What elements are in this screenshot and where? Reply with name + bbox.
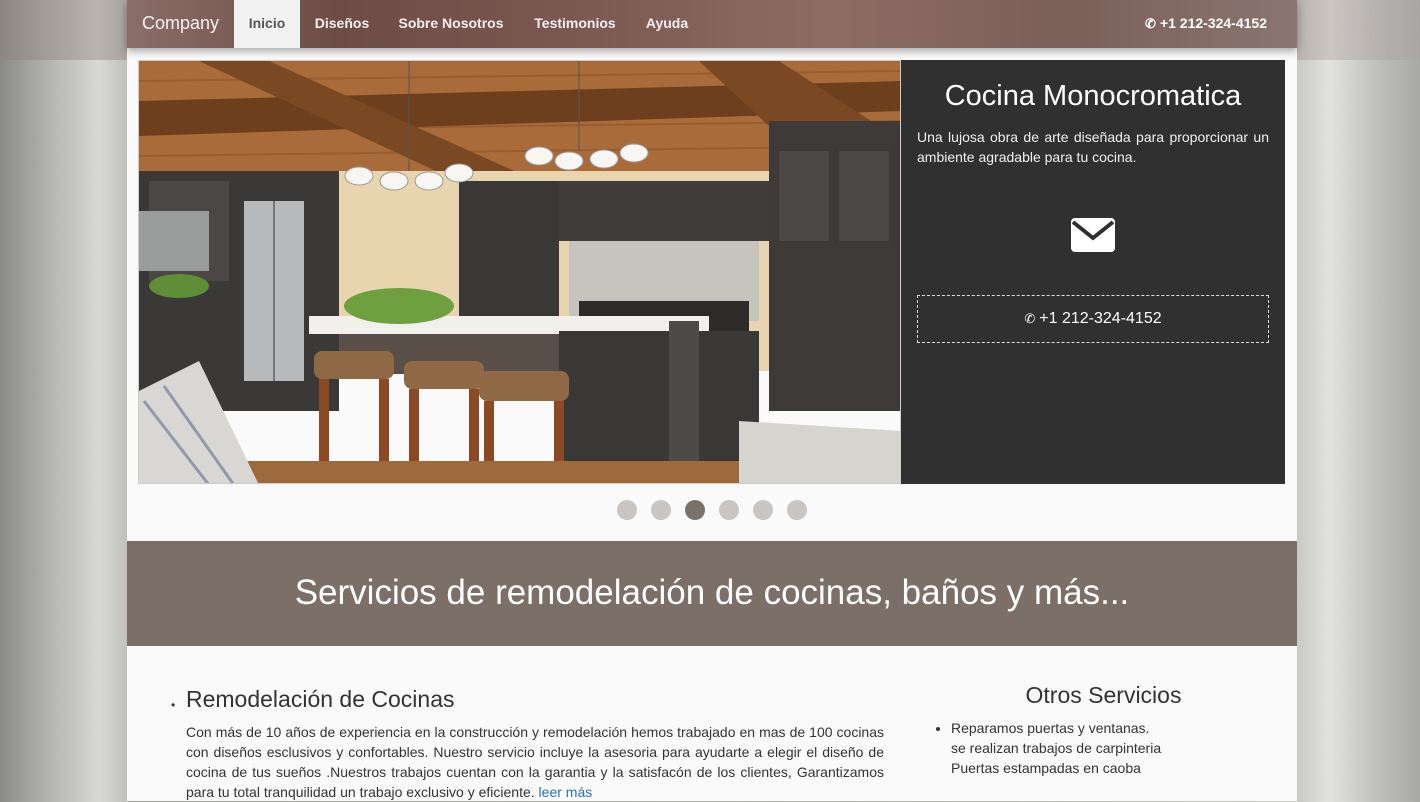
other-services-line-1: Reparamos puertas y ventanas. [951, 720, 1150, 736]
list-bullet: • [171, 698, 176, 712]
service-text: Con más de 10 años de experiencia en la … [186, 724, 884, 800]
carousel-dot-5[interactable] [753, 500, 773, 520]
carousel-dot-1[interactable] [617, 500, 637, 520]
nav-phone-number: +1 212-324-4152 [1159, 15, 1267, 31]
other-services-title: Otros Servicios [1025, 682, 1182, 708]
carousel-indicators [127, 500, 1297, 520]
nav-item-sobre-nosotros[interactable]: Sobre Nosotros [385, 0, 517, 48]
services-banner: Servicios de remodelación de cocinas, ba… [127, 541, 1297, 646]
nav-phone-link[interactable]: ✆ +1 212-324-4152 [1145, 0, 1267, 48]
read-more-link[interactable]: leer más [539, 784, 593, 800]
other-services-line-3: Puertas estampadas en caoba [951, 760, 1141, 776]
other-services-line-2: se realizan trabajos de carpinteria [951, 740, 1162, 756]
carousel-dot-4[interactable] [719, 500, 739, 520]
phone-icon: ✆ [1145, 16, 1156, 31]
nav-item-testimonios[interactable]: Testimonios [519, 0, 631, 48]
nav-item-ayuda[interactable]: Ayuda [633, 0, 701, 48]
other-services-list: Reparamos puertas y ventanas. se realizan… [935, 718, 1161, 778]
carousel-dot-6[interactable] [787, 500, 807, 520]
carousel-dot-2[interactable] [651, 500, 671, 520]
banner-title: Servicios de remodelación de cocinas, ba… [294, 573, 1130, 612]
carousel-description: Una lujosa obra de arte diseñada para pr… [917, 129, 1269, 165]
carousel-phone-number: +1 212-324-4152 [1039, 310, 1162, 327]
phone-icon: ✆ [1024, 311, 1036, 326]
carousel-caption-panel: Cocina Monocromatica Una lujosa obra de … [901, 60, 1285, 484]
carousel-kitchen-image[interactable] [138, 60, 901, 484]
carousel-dot-3[interactable] [685, 500, 705, 520]
kitchen-illustration [139, 61, 900, 483]
other-services-item: Reparamos puertas y ventanas. se realizan… [951, 718, 1161, 778]
carousel-title: Cocina Monocromatica [944, 80, 1242, 112]
service-title: Remodelación de Cocinas [186, 686, 455, 712]
nav-item-disenos[interactable]: Diseños [301, 0, 383, 48]
service-description: Con más de 10 años de experiencia en la … [186, 722, 884, 802]
envelope-icon[interactable] [1071, 218, 1115, 252]
navbar: Company Inicio Diseños Sobre Nosotros Te… [127, 0, 1297, 48]
page-container: Company Inicio Diseños Sobre Nosotros Te… [127, 0, 1297, 801]
brand-logo[interactable]: Company [142, 0, 219, 48]
nav-item-inicio[interactable]: Inicio [234, 0, 300, 48]
carousel-phone-button[interactable]: ✆ +1 212-324-4152 [917, 295, 1269, 343]
